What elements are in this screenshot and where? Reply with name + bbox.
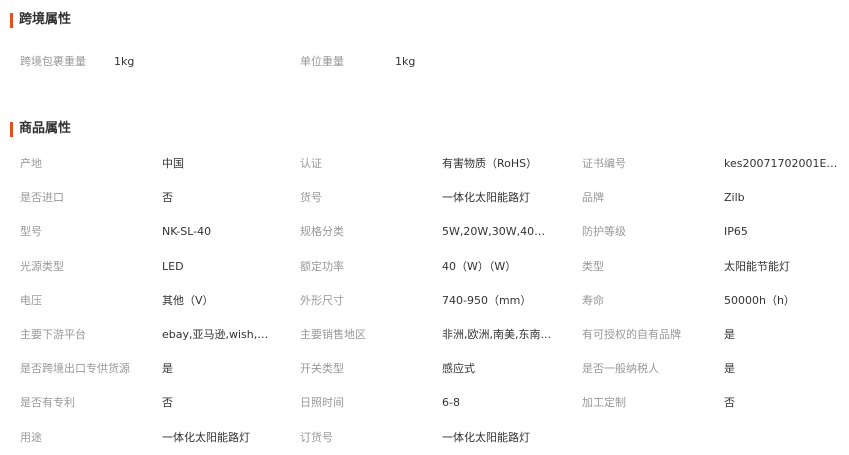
- attr-label: 有可授权的自有品牌: [582, 328, 681, 341]
- attr-label: 规格分类: [300, 225, 344, 238]
- attr-label: 产地: [20, 157, 42, 170]
- attr-value: 否: [162, 396, 173, 409]
- attr-value: kes20071702001EM-02: [724, 157, 844, 170]
- attr-value: 一体化太阳能路灯: [442, 191, 530, 204]
- attr-label: 防护等级: [582, 225, 626, 238]
- attr-label: 电压: [20, 294, 42, 307]
- attr-label: 证书编号: [582, 157, 626, 170]
- attr-value: 太阳能节能灯: [724, 260, 790, 273]
- attr-label: 订货号: [300, 431, 333, 444]
- attr-label: 开关类型: [300, 362, 344, 375]
- attr-label: 货号: [300, 191, 322, 204]
- attr-value: 是: [724, 328, 735, 341]
- attr-label: 主要下游平台: [20, 328, 86, 341]
- attr-label: 主要销售地区: [300, 328, 366, 341]
- attr-value: 1kg: [114, 55, 135, 68]
- attr-value: 5W,20W,30W,40W,50...: [442, 225, 554, 238]
- attr-label: 类型: [582, 260, 604, 273]
- attr-label: 额定功率: [300, 260, 344, 273]
- attr-value: Zilb: [724, 191, 745, 204]
- attr-value: ebay,亚马逊,wish,速...: [162, 328, 274, 341]
- attr-label: 品牌: [582, 191, 604, 204]
- attr-label: 寿命: [582, 294, 604, 307]
- attr-value: 40（W）（W）: [442, 260, 517, 273]
- attr-value: LED: [162, 260, 184, 273]
- attr-label: 外形尺寸: [300, 294, 344, 307]
- attr-label: 跨境包裹重量: [20, 55, 86, 68]
- attr-label: 单位重量: [300, 55, 344, 68]
- section-title: 跨境属性: [19, 12, 72, 27]
- attr-value: 一体化太阳能路灯: [162, 431, 250, 444]
- attr-value: 1kg: [395, 55, 416, 68]
- attr-label: 光源类型: [20, 260, 64, 273]
- attr-label: 认证: [300, 157, 322, 170]
- product-attributes-section-header: 商品属性: [10, 121, 71, 137]
- attr-value: 感应式: [442, 362, 475, 375]
- attr-label: 加工定制: [582, 396, 626, 409]
- section-accent-bar: [10, 121, 13, 137]
- attr-value: 否: [162, 191, 173, 204]
- attr-label: 日照时间: [300, 396, 344, 409]
- attr-value: NK-SL-40: [162, 225, 212, 238]
- attr-value: 非洲,欧洲,南美,东南...: [442, 328, 551, 341]
- cross-border-section-header: 跨境属性: [10, 12, 71, 28]
- attr-value: 中国: [162, 157, 184, 170]
- attr-value: 740-950（mm）: [442, 294, 532, 307]
- attr-value: 有害物质（RoHS）: [442, 157, 538, 170]
- attr-value: 一体化太阳能路灯: [442, 431, 530, 444]
- attr-label: 是否一般纳税人: [582, 362, 659, 375]
- attr-value: IP65: [724, 225, 748, 238]
- attr-value: 是: [724, 362, 735, 375]
- attr-value: 50000h（h）: [724, 294, 795, 307]
- attr-label: 用途: [20, 431, 42, 444]
- attr-value: 其他（V）: [162, 294, 214, 307]
- section-accent-bar: [10, 12, 13, 28]
- attr-label: 是否进口: [20, 191, 64, 204]
- attr-value: 是: [162, 362, 173, 375]
- attr-label: 是否跨境出口专供货源: [20, 362, 130, 375]
- attr-label: 是否有专利: [20, 396, 75, 409]
- attr-label: 型号: [20, 225, 42, 238]
- attr-value: 6-8: [442, 396, 460, 409]
- attr-value: 否: [724, 396, 735, 409]
- section-title: 商品属性: [19, 121, 72, 136]
